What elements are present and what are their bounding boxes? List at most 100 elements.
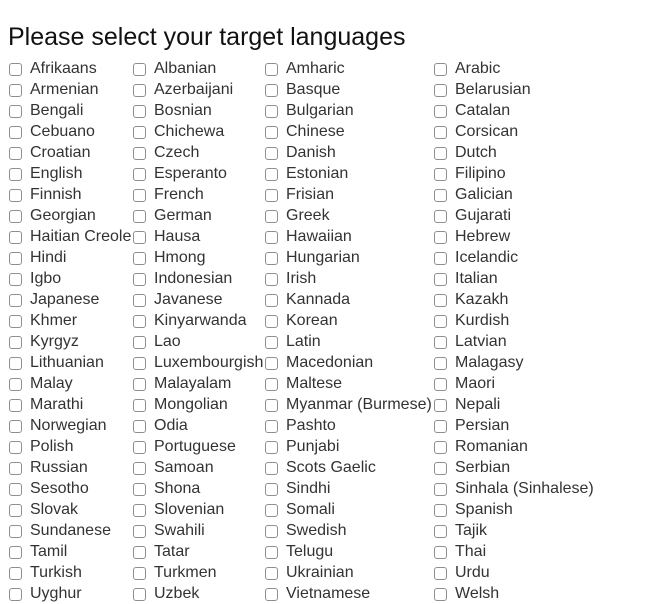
language-checkbox-bulgarian[interactable] (265, 105, 278, 118)
language-checkbox-kurdish[interactable] (434, 315, 447, 328)
language-checkbox-estonian[interactable] (265, 168, 278, 181)
language-checkbox-chichewa[interactable] (133, 126, 146, 139)
language-checkbox-uzbek[interactable] (133, 588, 146, 601)
language-checkbox-icelandic[interactable] (434, 252, 447, 265)
language-checkbox-irish[interactable] (265, 273, 278, 286)
language-checkbox-kazakh[interactable] (434, 294, 447, 307)
language-checkbox-russian[interactable] (9, 462, 22, 475)
language-checkbox-croatian[interactable] (9, 147, 22, 160)
language-checkbox-scots-gaelic[interactable] (265, 462, 278, 475)
language-checkbox-malayalam[interactable] (133, 378, 146, 391)
language-checkbox-latin[interactable] (265, 336, 278, 349)
language-checkbox-english[interactable] (9, 168, 22, 181)
language-checkbox-czech[interactable] (133, 147, 146, 160)
language-checkbox-filipino[interactable] (434, 168, 447, 181)
language-checkbox-danish[interactable] (265, 147, 278, 160)
language-checkbox-javanese[interactable] (133, 294, 146, 307)
language-checkbox-greek[interactable] (265, 210, 278, 223)
language-checkbox-thai[interactable] (434, 546, 447, 559)
language-checkbox-arabic[interactable] (434, 63, 447, 76)
language-checkbox-polish[interactable] (9, 441, 22, 454)
language-checkbox-welsh[interactable] (434, 588, 447, 601)
language-checkbox-nepali[interactable] (434, 399, 447, 412)
language-checkbox-georgian[interactable] (9, 210, 22, 223)
language-checkbox-luxembourgish[interactable] (133, 357, 146, 370)
language-checkbox-pashto[interactable] (265, 420, 278, 433)
language-checkbox-azerbaijani[interactable] (133, 84, 146, 97)
language-checkbox-tatar[interactable] (133, 546, 146, 559)
language-checkbox-gujarati[interactable] (434, 210, 447, 223)
language-checkbox-hindi[interactable] (9, 252, 22, 265)
language-checkbox-hmong[interactable] (133, 252, 146, 265)
language-checkbox-malay[interactable] (9, 378, 22, 391)
language-checkbox-corsican[interactable] (434, 126, 447, 139)
language-checkbox-spanish[interactable] (434, 504, 447, 517)
language-checkbox-telugu[interactable] (265, 546, 278, 559)
language-checkbox-hawaiian[interactable] (265, 231, 278, 244)
language-checkbox-sinhala-sinhalese[interactable] (434, 483, 447, 496)
language-checkbox-dutch[interactable] (434, 147, 447, 160)
language-checkbox-korean[interactable] (265, 315, 278, 328)
language-checkbox-punjabi[interactable] (265, 441, 278, 454)
language-checkbox-vietnamese[interactable] (265, 588, 278, 601)
language-checkbox-kannada[interactable] (265, 294, 278, 307)
language-checkbox-lithuanian[interactable] (9, 357, 22, 370)
language-checkbox-slovak[interactable] (9, 504, 22, 517)
language-checkbox-esperanto[interactable] (133, 168, 146, 181)
language-checkbox-portuguese[interactable] (133, 441, 146, 454)
language-checkbox-chinese[interactable] (265, 126, 278, 139)
language-checkbox-hebrew[interactable] (434, 231, 447, 244)
language-checkbox-cebuano[interactable] (9, 126, 22, 139)
language-checkbox-norwegian[interactable] (9, 420, 22, 433)
language-checkbox-turkmen[interactable] (133, 567, 146, 580)
language-checkbox-somali[interactable] (265, 504, 278, 517)
language-checkbox-odia[interactable] (133, 420, 146, 433)
language-checkbox-german[interactable] (133, 210, 146, 223)
language-checkbox-lao[interactable] (133, 336, 146, 349)
language-checkbox-turkish[interactable] (9, 567, 22, 580)
language-checkbox-khmer[interactable] (9, 315, 22, 328)
language-checkbox-hungarian[interactable] (265, 252, 278, 265)
language-checkbox-mongolian[interactable] (133, 399, 146, 412)
language-checkbox-sundanese[interactable] (9, 525, 22, 538)
language-checkbox-finnish[interactable] (9, 189, 22, 202)
language-checkbox-kyrgyz[interactable] (9, 336, 22, 349)
language-checkbox-swahili[interactable] (133, 525, 146, 538)
language-checkbox-sesotho[interactable] (9, 483, 22, 496)
language-checkbox-albanian[interactable] (133, 63, 146, 76)
language-checkbox-igbo[interactable] (9, 273, 22, 286)
language-checkbox-indonesian[interactable] (133, 273, 146, 286)
language-checkbox-shona[interactable] (133, 483, 146, 496)
language-checkbox-bosnian[interactable] (133, 105, 146, 118)
language-checkbox-swedish[interactable] (265, 525, 278, 538)
language-checkbox-ukrainian[interactable] (265, 567, 278, 580)
language-checkbox-serbian[interactable] (434, 462, 447, 475)
language-checkbox-armenian[interactable] (9, 84, 22, 97)
language-checkbox-samoan[interactable] (133, 462, 146, 475)
language-checkbox-romanian[interactable] (434, 441, 447, 454)
language-checkbox-italian[interactable] (434, 273, 447, 286)
language-checkbox-malagasy[interactable] (434, 357, 447, 370)
language-checkbox-kinyarwanda[interactable] (133, 315, 146, 328)
language-checkbox-marathi[interactable] (9, 399, 22, 412)
language-checkbox-french[interactable] (133, 189, 146, 202)
language-checkbox-uyghur[interactable] (9, 588, 22, 601)
language-checkbox-galician[interactable] (434, 189, 447, 202)
language-checkbox-belarusian[interactable] (434, 84, 447, 97)
language-checkbox-bengali[interactable] (9, 105, 22, 118)
language-checkbox-tajik[interactable] (434, 525, 447, 538)
language-checkbox-japanese[interactable] (9, 294, 22, 307)
language-checkbox-maori[interactable] (434, 378, 447, 391)
language-checkbox-amharic[interactable] (265, 63, 278, 76)
language-checkbox-haitian-creole[interactable] (9, 231, 22, 244)
language-checkbox-basque[interactable] (265, 84, 278, 97)
language-checkbox-urdu[interactable] (434, 567, 447, 580)
language-checkbox-myanmar-burmese[interactable] (265, 399, 278, 412)
language-checkbox-slovenian[interactable] (133, 504, 146, 517)
language-checkbox-maltese[interactable] (265, 378, 278, 391)
language-checkbox-latvian[interactable] (434, 336, 447, 349)
language-checkbox-persian[interactable] (434, 420, 447, 433)
language-checkbox-macedonian[interactable] (265, 357, 278, 370)
language-checkbox-catalan[interactable] (434, 105, 447, 118)
language-checkbox-afrikaans[interactable] (9, 63, 22, 76)
